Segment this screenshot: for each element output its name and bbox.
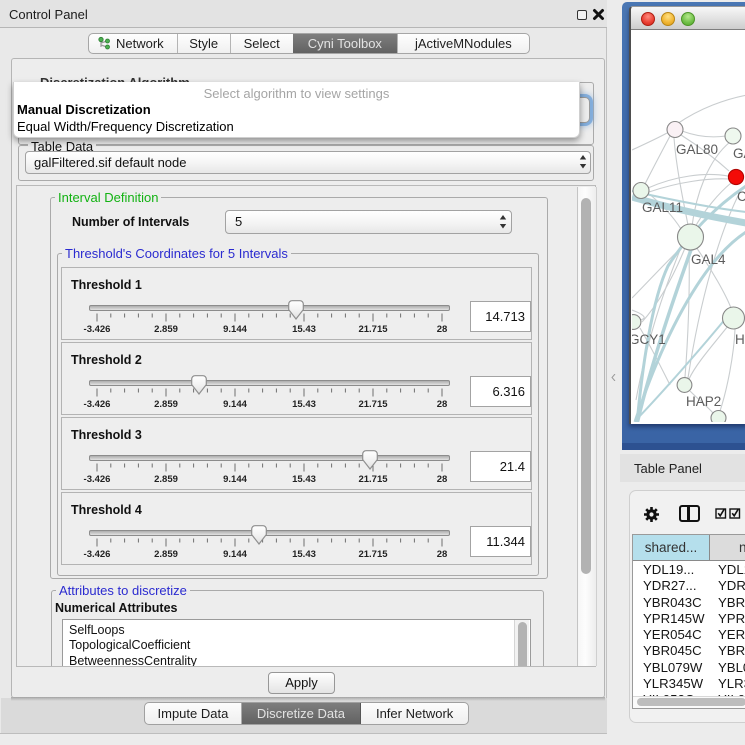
- svg-text:GAL80: GAL80: [676, 142, 718, 157]
- svg-text:GAL11: GAL11: [642, 200, 683, 215]
- svg-text:GCY1: GCY1: [632, 332, 666, 347]
- svg-text:H: H: [735, 332, 745, 347]
- svg-text:GAL4: GAL4: [691, 252, 726, 267]
- svg-text:HAP2: HAP2: [686, 394, 721, 409]
- svg-text:C: C: [737, 189, 745, 204]
- svg-text:GA: GA: [733, 146, 745, 161]
